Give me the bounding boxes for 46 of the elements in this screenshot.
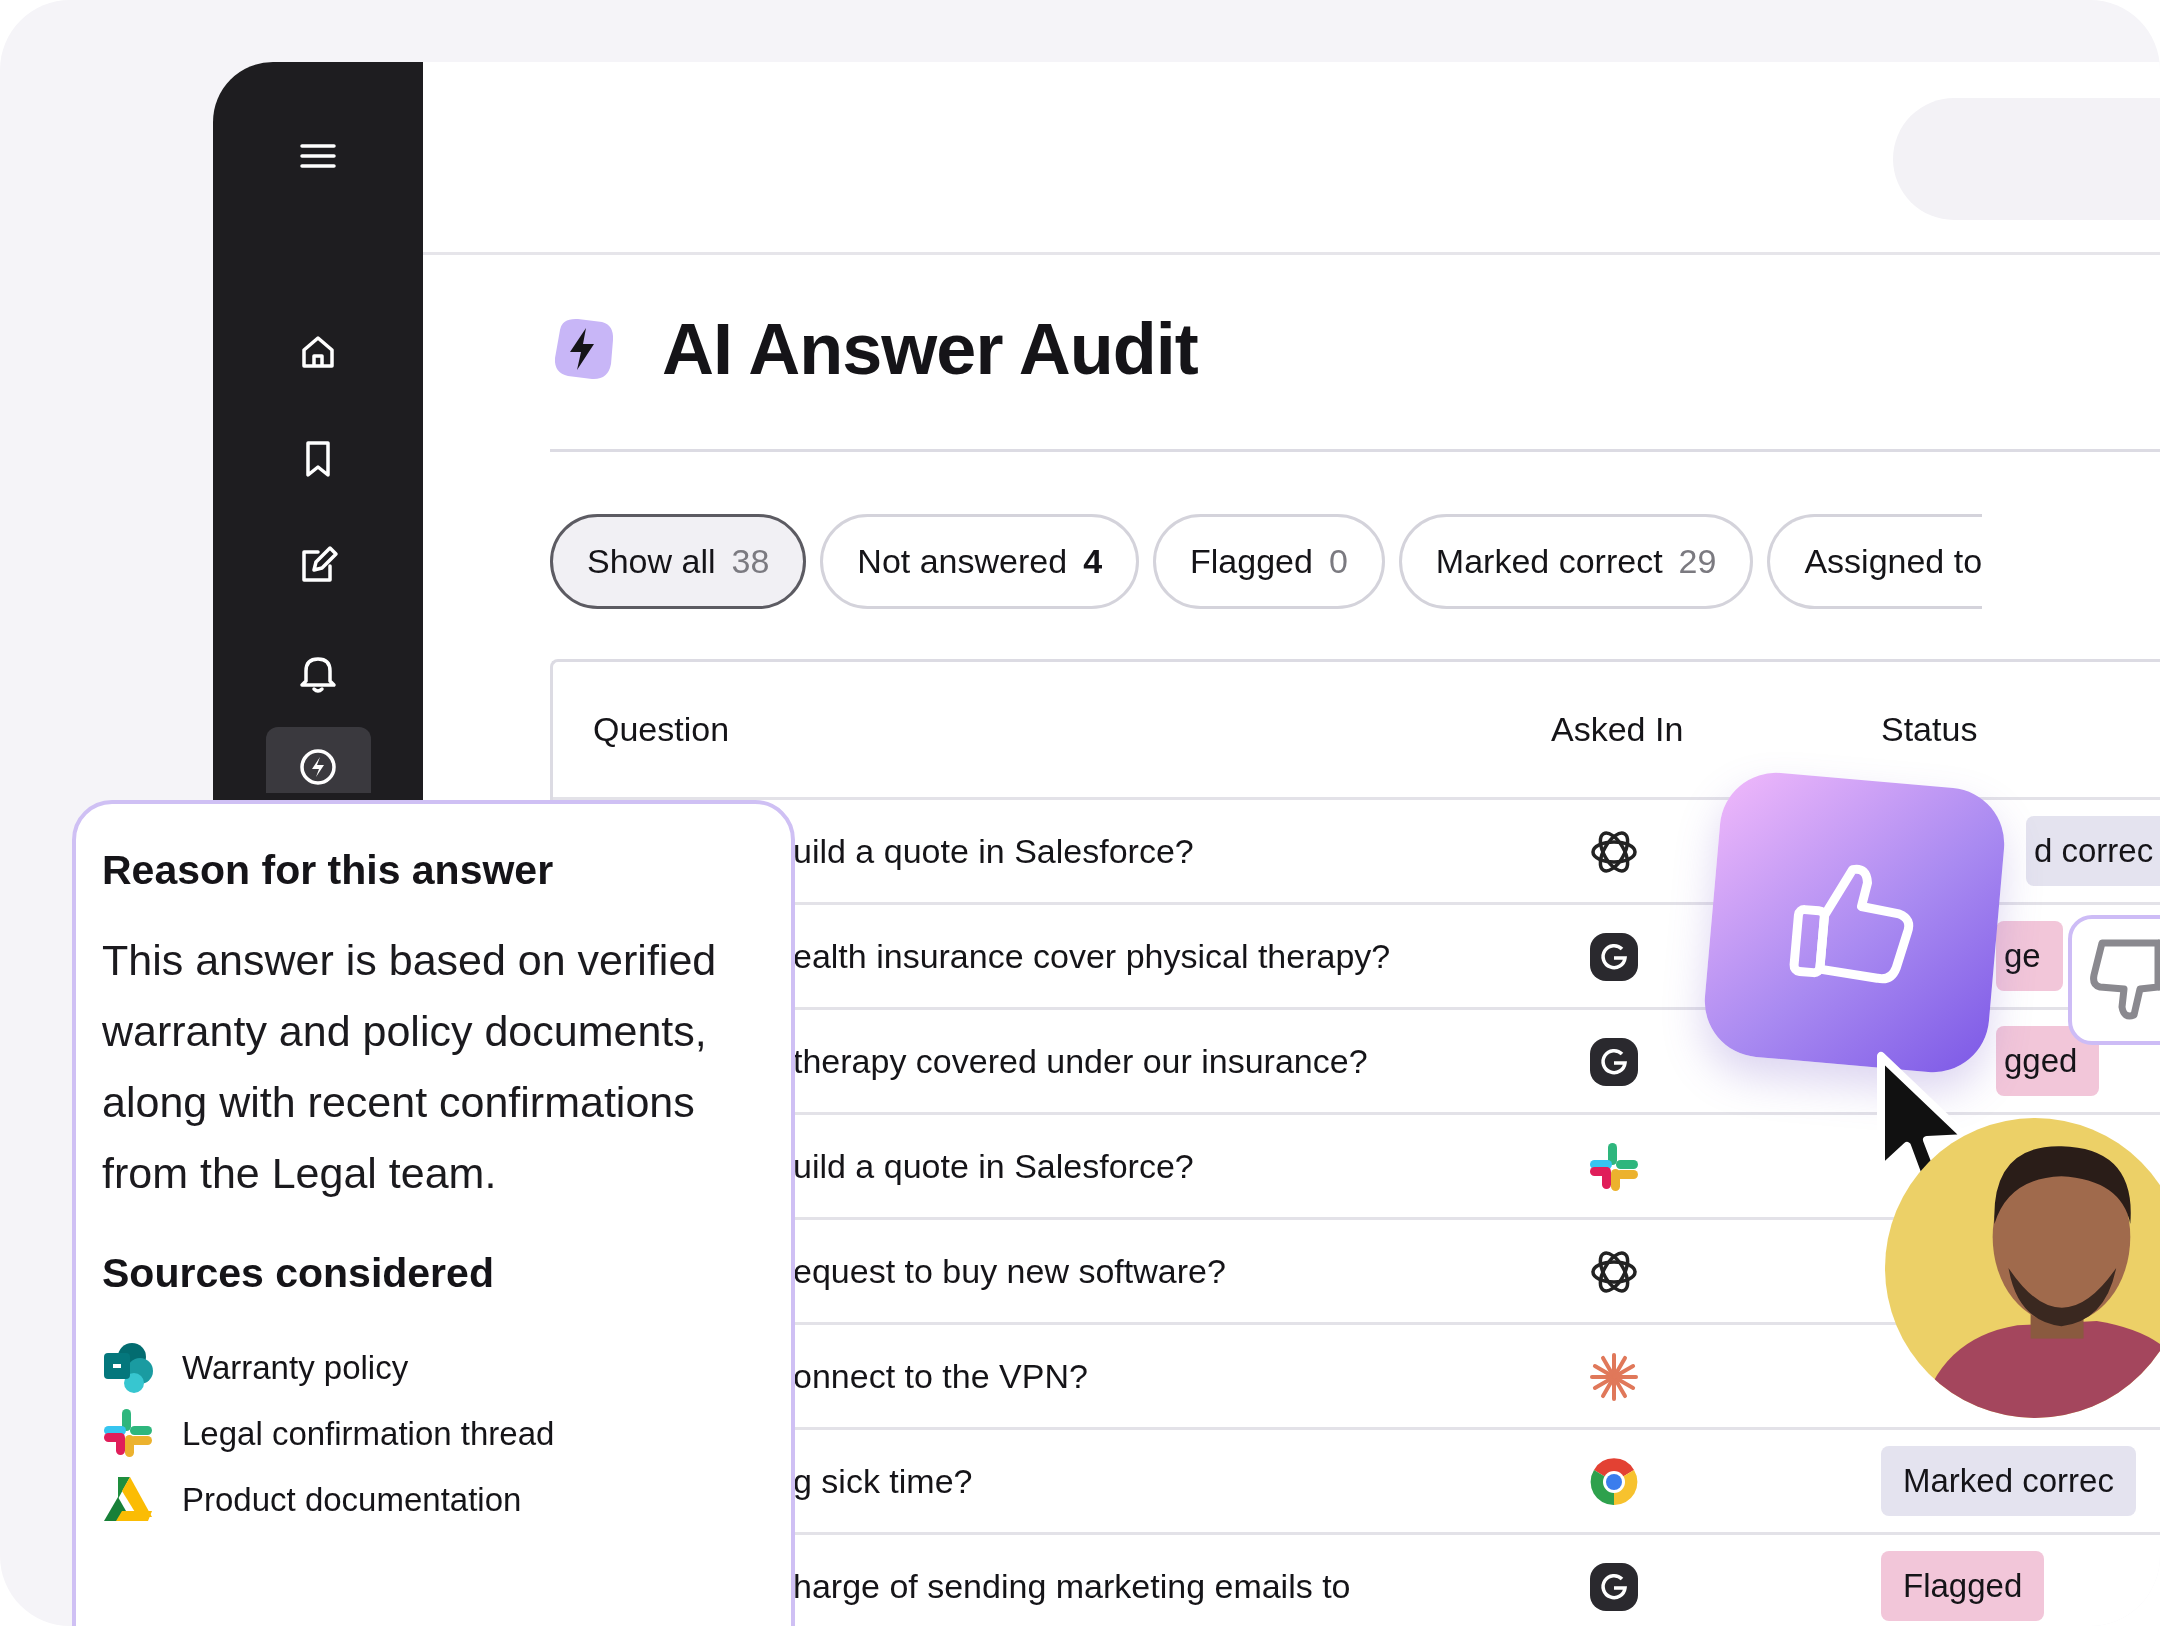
question-cell-text: g sick time?: [793, 1460, 974, 1502]
page-title: AI Answer Audit: [662, 313, 1198, 385]
status-tag: Flagged: [1881, 1551, 2045, 1621]
filter-tab[interactable]: Not answered 4: [820, 514, 1140, 609]
question-cell-text: harge of sending marketing emails to: [793, 1565, 1352, 1607]
filter-label: Assigned to: [1804, 541, 1983, 582]
question-cell-text: uild a quote in Salesforce?: [793, 830, 1195, 872]
asterisk-icon: [1588, 1351, 1640, 1403]
source-link[interactable]: Legal confirmation thread: [182, 1408, 555, 1459]
question-cell-text: uild a quote in Salesforce?: [793, 1145, 1195, 1187]
question-cell-text: onnect to the VPN?: [793, 1355, 1089, 1397]
status-tag: ge: [1996, 921, 2063, 991]
status-tag: d correc: [2026, 816, 2160, 886]
panel-heading: Reason for this answer: [102, 846, 555, 895]
color-wheel-icon: [1588, 1456, 1640, 1508]
column-header: Asked In: [1550, 709, 1685, 750]
filter-count: 0: [1328, 541, 1348, 582]
status-tag: Marked correc: [1881, 1446, 2136, 1516]
source-link[interactable]: Product documentation: [182, 1474, 522, 1525]
column-header: Status: [1880, 709, 1979, 750]
g-logo-icon: [1588, 931, 1640, 983]
filter-count: 38: [731, 541, 770, 582]
filter-label: Flagged: [1190, 541, 1313, 582]
filter-count: 29: [1678, 541, 1717, 582]
question-cell-text: therapy covered under our insurance?: [793, 1040, 1369, 1082]
filter-tab[interactable]: Marked correct 29: [1398, 514, 1754, 609]
filter-tab[interactable]: Show all 38: [550, 514, 807, 609]
filter-tab[interactable]: Flagged 0: [1153, 514, 1385, 609]
hash-logo-icon: [1588, 1141, 1640, 1193]
filter-label: Not answered: [857, 541, 1068, 582]
filter-tab[interactable]: Assigned to: [1767, 514, 1983, 609]
panel-heading: Sources considered: [102, 1249, 495, 1299]
question-cell-text: ealth insurance cover physical therapy?: [793, 935, 1392, 977]
g-logo-icon: [1588, 1561, 1640, 1613]
reason-text: This answer is based on verified warranty and policy documents, along with recent confirmations from the Legal team.: [102, 935, 718, 1200]
sidebar-item[interactable]: [265, 727, 371, 793]
hash-logo-icon: [102, 1407, 154, 1460]
filter-label: Marked correct: [1435, 541, 1663, 582]
overlapping-circles-icon: [102, 1341, 154, 1394]
column-header: Question: [593, 709, 731, 750]
source-link[interactable]: Warranty policy: [182, 1342, 409, 1393]
question-cell-text: equest to buy new software?: [793, 1250, 1227, 1292]
filter-count: 4: [1083, 541, 1103, 582]
status-tag: gged: [1996, 1026, 2100, 1096]
filter-label: Show all: [587, 541, 716, 582]
g-logo-icon: [1588, 1036, 1640, 1088]
